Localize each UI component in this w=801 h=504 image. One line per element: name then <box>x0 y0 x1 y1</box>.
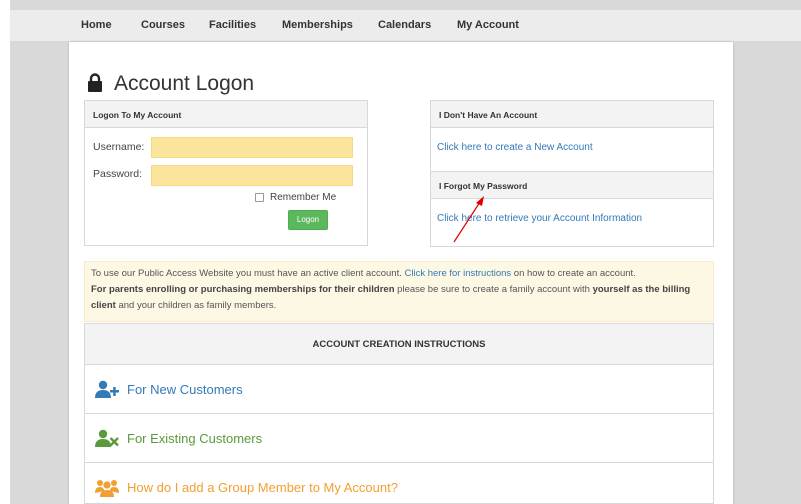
user-plus-icon <box>95 380 119 398</box>
password-input[interactable] <box>151 165 353 186</box>
user-times-icon <box>95 429 119 447</box>
notice-text-3: please be sure to create a family accoun… <box>394 284 593 295</box>
username-label: Username: <box>93 141 145 153</box>
notice-bold-1: For parents enrolling or purchasing memb… <box>91 284 395 295</box>
account-instructions: ACCOUNT CREATION INSTRUCTIONS For New Cu… <box>84 323 714 504</box>
password-label: Password: <box>93 168 143 180</box>
nav-home[interactable]: Home <box>81 19 112 31</box>
existing-customers-item[interactable]: For Existing Customers <box>85 414 713 463</box>
group-member-label: How do I add a Group Member to My Accoun… <box>127 480 398 495</box>
users-icon <box>95 479 119 497</box>
nav-courses[interactable]: Courses <box>141 19 185 31</box>
remember-me[interactable]: Remember Me <box>255 192 336 203</box>
main-content: Account Logon Logon To My Account Userna… <box>69 42 733 504</box>
nav-my-account[interactable]: My Account <box>457 19 519 31</box>
new-customers-item[interactable]: For New Customers <box>85 365 713 414</box>
create-account-link[interactable]: Click here to create a New Account <box>431 128 713 172</box>
logon-button[interactable]: Logon <box>288 210 328 230</box>
no-account-heading: I Don't Have An Account <box>431 101 713 128</box>
instructions-link[interactable]: Click here for instructions <box>405 268 512 279</box>
login-panel-heading: Logon To My Account <box>85 101 367 128</box>
notice-text-2: on how to create an account. <box>511 268 636 279</box>
page-title: Account Logon <box>114 72 255 95</box>
remember-me-label: Remember Me <box>270 192 337 203</box>
username-input[interactable] <box>151 137 353 158</box>
notice-text-1: To use our Public Access Website you mus… <box>91 268 405 279</box>
existing-customers-label: For Existing Customers <box>127 430 263 446</box>
nav-facilities[interactable]: Facilities <box>209 19 256 31</box>
top-nav: Home Courses Facilities Memberships Cale… <box>10 10 801 42</box>
lock-icon <box>88 73 102 92</box>
account-notice: To use our Public Access Website you mus… <box>84 261 714 322</box>
instructions-heading: ACCOUNT CREATION INSTRUCTIONS <box>85 324 713 365</box>
remember-me-checkbox[interactable] <box>255 193 264 202</box>
new-customers-label: For New Customers <box>127 381 243 397</box>
login-panel: Logon To My Account Username: Password: … <box>84 100 368 246</box>
nav-calendars[interactable]: Calendars <box>378 19 431 31</box>
page-margin <box>0 0 10 504</box>
notice-text-4: and your children as family members. <box>115 300 277 311</box>
annotation-arrow-icon <box>453 196 484 243</box>
group-member-item[interactable]: How do I add a Group Member to My Accoun… <box>85 463 713 504</box>
nav-memberships[interactable]: Memberships <box>282 19 353 31</box>
